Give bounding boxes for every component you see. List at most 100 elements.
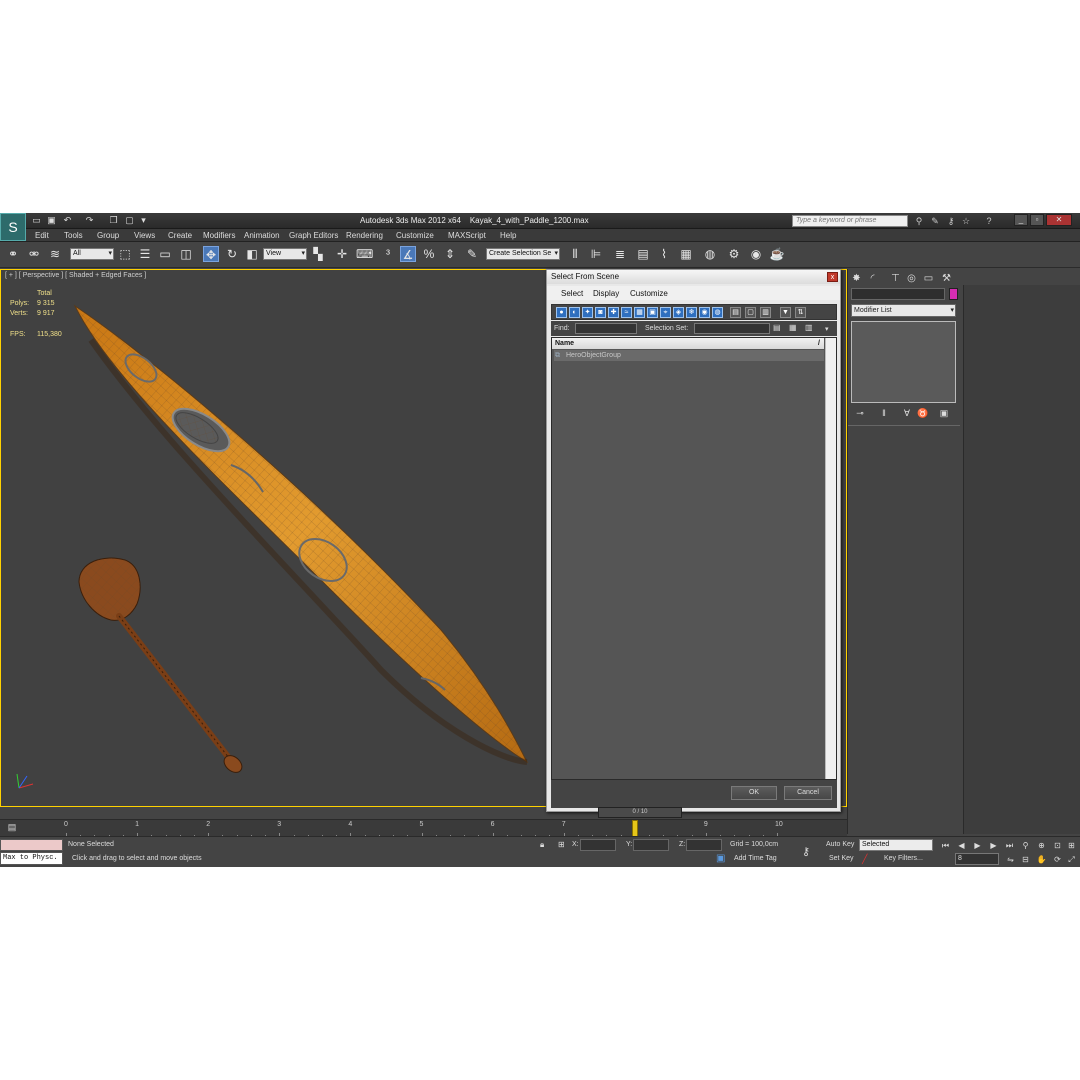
dialog-menu-select[interactable]: Select [561,289,583,298]
filter-groups-icon[interactable]: ▦ [634,307,645,318]
filter-all-icon[interactable]: ◍ [712,307,723,318]
percent-snap-icon[interactable]: % [421,246,437,262]
chevron-down-icon[interactable]: ▾ [825,325,835,336]
schematic-icon[interactable]: ▦ [678,246,694,262]
show-end-icon[interactable]: ‖ [878,407,890,419]
select-none-icon[interactable]: ▢ [745,307,756,318]
lock-icon[interactable]: 🔒︎ [540,840,544,850]
goto-end-icon[interactable]: ⏭ [1004,840,1015,851]
project-folder-icon[interactable]: ❐ [108,215,119,226]
mirror-icon[interactable]: ⫴ [567,246,583,262]
make-unique-icon[interactable]: ∀ [901,407,913,419]
menu-help[interactable]: Help [500,231,516,240]
reference-coord-dropdown[interactable]: View [263,248,307,260]
time-ruler[interactable]: 012345678910 [30,820,842,837]
filter-bones-icon[interactable]: ⌖ [660,307,671,318]
app-logo-icon[interactable]: S [0,213,26,241]
menu-customize[interactable]: Customize [396,231,434,240]
filter-spacewarps-icon[interactable]: ≈ [621,307,632,318]
key-mode-icon[interactable]: ╱ [862,854,867,865]
menu-create[interactable]: Create [168,231,192,240]
column-header-name[interactable]: Name / [552,338,824,349]
key-mode-toggle-icon[interactable]: ⇋ [1005,854,1016,865]
dialog-menu-display[interactable]: Display [593,289,619,298]
render-setup-icon[interactable]: ⚙ [726,246,742,262]
pan-icon[interactable]: ✋ [1036,854,1047,865]
maxscript-listener-input[interactable]: Max to Physc. [0,852,63,865]
track-bar[interactable]: ▤ 012345678910 [0,819,847,837]
current-frame-field[interactable]: 8 [955,853,999,865]
absolute-mode-icon[interactable]: ⊞ [558,840,565,849]
select-object-icon[interactable]: ⬚ [117,246,133,262]
filter-lights-icon[interactable]: ✦ [582,307,593,318]
pin-stack-icon[interactable]: ⊸ [854,407,866,419]
binoculars-icon[interactable]: ⚲ [913,215,925,227]
time-config-icon[interactable]: ⊟ [1020,854,1031,865]
filter-geometry-icon[interactable]: ● [556,307,567,318]
remove-from-set-icon[interactable]: ▥ [805,323,817,334]
hold-icon[interactable]: ▢ [124,215,135,226]
menu-edit[interactable]: Edit [35,231,49,240]
favorites-icon[interactable]: ☆ [960,215,972,227]
configure-icon[interactable]: ▣ [938,407,950,419]
open-icon[interactable]: ▭ [31,215,42,226]
bind-space-warp-icon[interactable]: ≋ [47,246,63,262]
layer-icon[interactable]: ≣ [612,246,628,262]
rotate-icon[interactable]: ↻ [224,246,240,262]
zoom-all-icon[interactable]: ⊕ [1036,840,1047,851]
set-key-mode-icon[interactable]: ⚷ [802,845,810,858]
filter-cameras-icon[interactable]: ◙ [595,307,606,318]
create-tab-icon[interactable]: ✸ [850,272,863,285]
create-selection-set-icon[interactable]: ▤ [773,323,785,334]
cancel-button[interactable]: Cancel [784,786,832,800]
filter-xrefs-icon[interactable]: ▣ [647,307,658,318]
zoom-extents-all-icon[interactable]: ⊞ [1066,840,1077,851]
hierarchy-tab-icon[interactable]: ⊤ [889,272,902,285]
kayak-model[interactable] [73,304,529,765]
modifier-list-dropdown[interactable]: Modifier List ▾ [851,304,956,317]
set-key-button[interactable]: Set Key [829,855,854,862]
rect-selection-icon[interactable]: ▭ [157,246,173,262]
ribbon-icon[interactable]: ▤ [635,246,651,262]
spinner-snap-icon[interactable]: ⇕ [442,246,458,262]
goto-start-icon[interactable]: ⏮ [940,840,951,851]
object-color-swatch[interactable] [949,288,958,300]
align-icon[interactable]: ⊫ [588,246,604,262]
pivot-icon[interactable]: ▚ [310,246,326,262]
help-search-input[interactable]: Type a keyword or phrase [792,215,908,227]
add-time-tag-button[interactable]: Add Time Tag [734,855,777,862]
list-scrollbar[interactable] [825,338,836,779]
selection-set-dropdown[interactable] [694,323,770,334]
menu-maxscript[interactable]: MAXScript [448,231,486,240]
filter-funnel-icon[interactable]: ▼ [780,307,791,318]
auto-key-button[interactable]: Auto Key [826,841,854,848]
mini-curve-editor-icon[interactable]: ▤ [3,822,21,834]
zoom-extents-icon[interactable]: ⊡ [1052,840,1063,851]
menu-rendering[interactable]: Rendering [346,231,383,240]
scene-object-list[interactable]: Name / ⧉ HeroObjectGroup [551,337,837,780]
quick-access-dropdown-icon[interactable]: ▾ [138,215,149,226]
paddle-model[interactable] [78,557,245,776]
tools-icon[interactable]: ✎ [929,215,941,227]
current-time-marker[interactable] [631,820,638,837]
dialog-menu-customize[interactable]: Customize [630,289,668,298]
restore-button[interactable]: ▫ [1030,214,1044,226]
menu-animation[interactable]: Animation [244,231,280,240]
named-selection-dropdown[interactable]: Create Selection Se [486,248,560,260]
teapot-icon[interactable]: ☕ [769,246,785,262]
keyboard-shortcut-icon[interactable]: ⌨ [356,246,373,262]
window-crossing-icon[interactable]: ◫ [178,246,194,262]
select-invert-icon[interactable]: ▥ [760,307,771,318]
menu-graph-editors[interactable]: Graph Editors [289,231,338,240]
close-button[interactable]: ✕ [1046,214,1072,226]
maximize-viewport-icon[interactable]: ⤢ [1066,854,1077,865]
play-icon[interactable]: ▶ [972,840,983,851]
maxscript-listener-output[interactable] [0,839,63,851]
ok-button[interactable]: OK [731,786,777,800]
curve-editor-icon[interactable]: ⌇ [656,246,672,262]
z-coord-field[interactable] [686,839,722,851]
key-selection-dropdown[interactable]: Selected [859,839,933,851]
modify-tab-icon[interactable]: ◜ [866,272,879,285]
undo-icon[interactable]: ↶ [62,215,73,226]
key-filters-button[interactable]: Key Filters... [884,855,923,862]
